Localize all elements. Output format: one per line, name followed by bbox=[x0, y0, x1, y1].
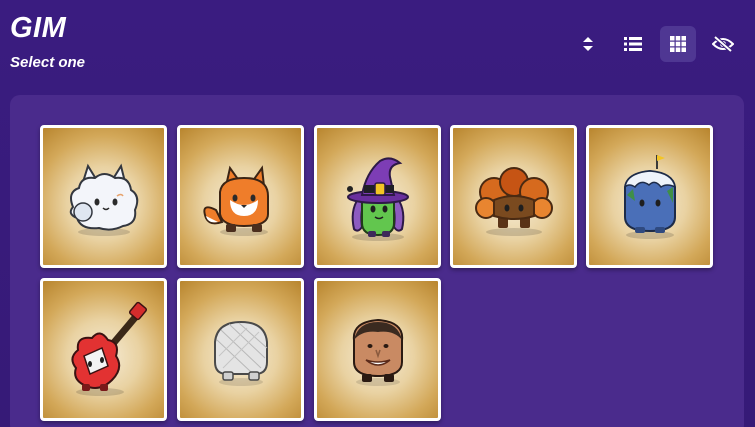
autumn-bush-gim-icon bbox=[474, 166, 553, 236]
gim-card-autumn-bush[interactable] bbox=[450, 125, 577, 268]
gray-blob-gim-icon bbox=[213, 320, 268, 386]
mountain-rock-gim-icon bbox=[623, 154, 676, 239]
grid-view-button[interactable] bbox=[660, 26, 696, 62]
smiling-face-gim-icon bbox=[352, 318, 403, 386]
list-view-button[interactable] bbox=[615, 26, 651, 62]
gim-selector-screen: GIM Select one bbox=[0, 0, 755, 427]
gim-card-white-fluffy-cat[interactable] bbox=[40, 125, 167, 268]
view-toolbar bbox=[570, 26, 741, 62]
page-title: GIM bbox=[10, 12, 67, 44]
gim-card-red-guitar[interactable] bbox=[40, 278, 167, 421]
gim-card-smiling-face[interactable] bbox=[314, 278, 441, 421]
gim-card-gray-sketch-blob[interactable] bbox=[177, 278, 304, 421]
gim-grid-panel bbox=[10, 95, 744, 427]
sort-icon bbox=[583, 37, 593, 51]
sort-button[interactable] bbox=[570, 26, 606, 62]
fox-gim-icon bbox=[202, 164, 269, 236]
witch-gim-icon bbox=[346, 156, 409, 241]
guitar-gim-icon bbox=[71, 301, 147, 396]
white-cat-gim-icon bbox=[69, 162, 138, 236]
hide-button[interactable] bbox=[705, 26, 741, 62]
gim-card-purple-witch[interactable] bbox=[314, 125, 441, 268]
list-view-icon bbox=[624, 37, 642, 51]
grid-view-icon bbox=[670, 36, 686, 52]
gim-card-mountain-rock[interactable] bbox=[586, 125, 713, 268]
gim-card-orange-fox[interactable] bbox=[177, 125, 304, 268]
page-subtitle: Select one bbox=[10, 54, 86, 71]
eye-off-icon bbox=[712, 36, 734, 52]
